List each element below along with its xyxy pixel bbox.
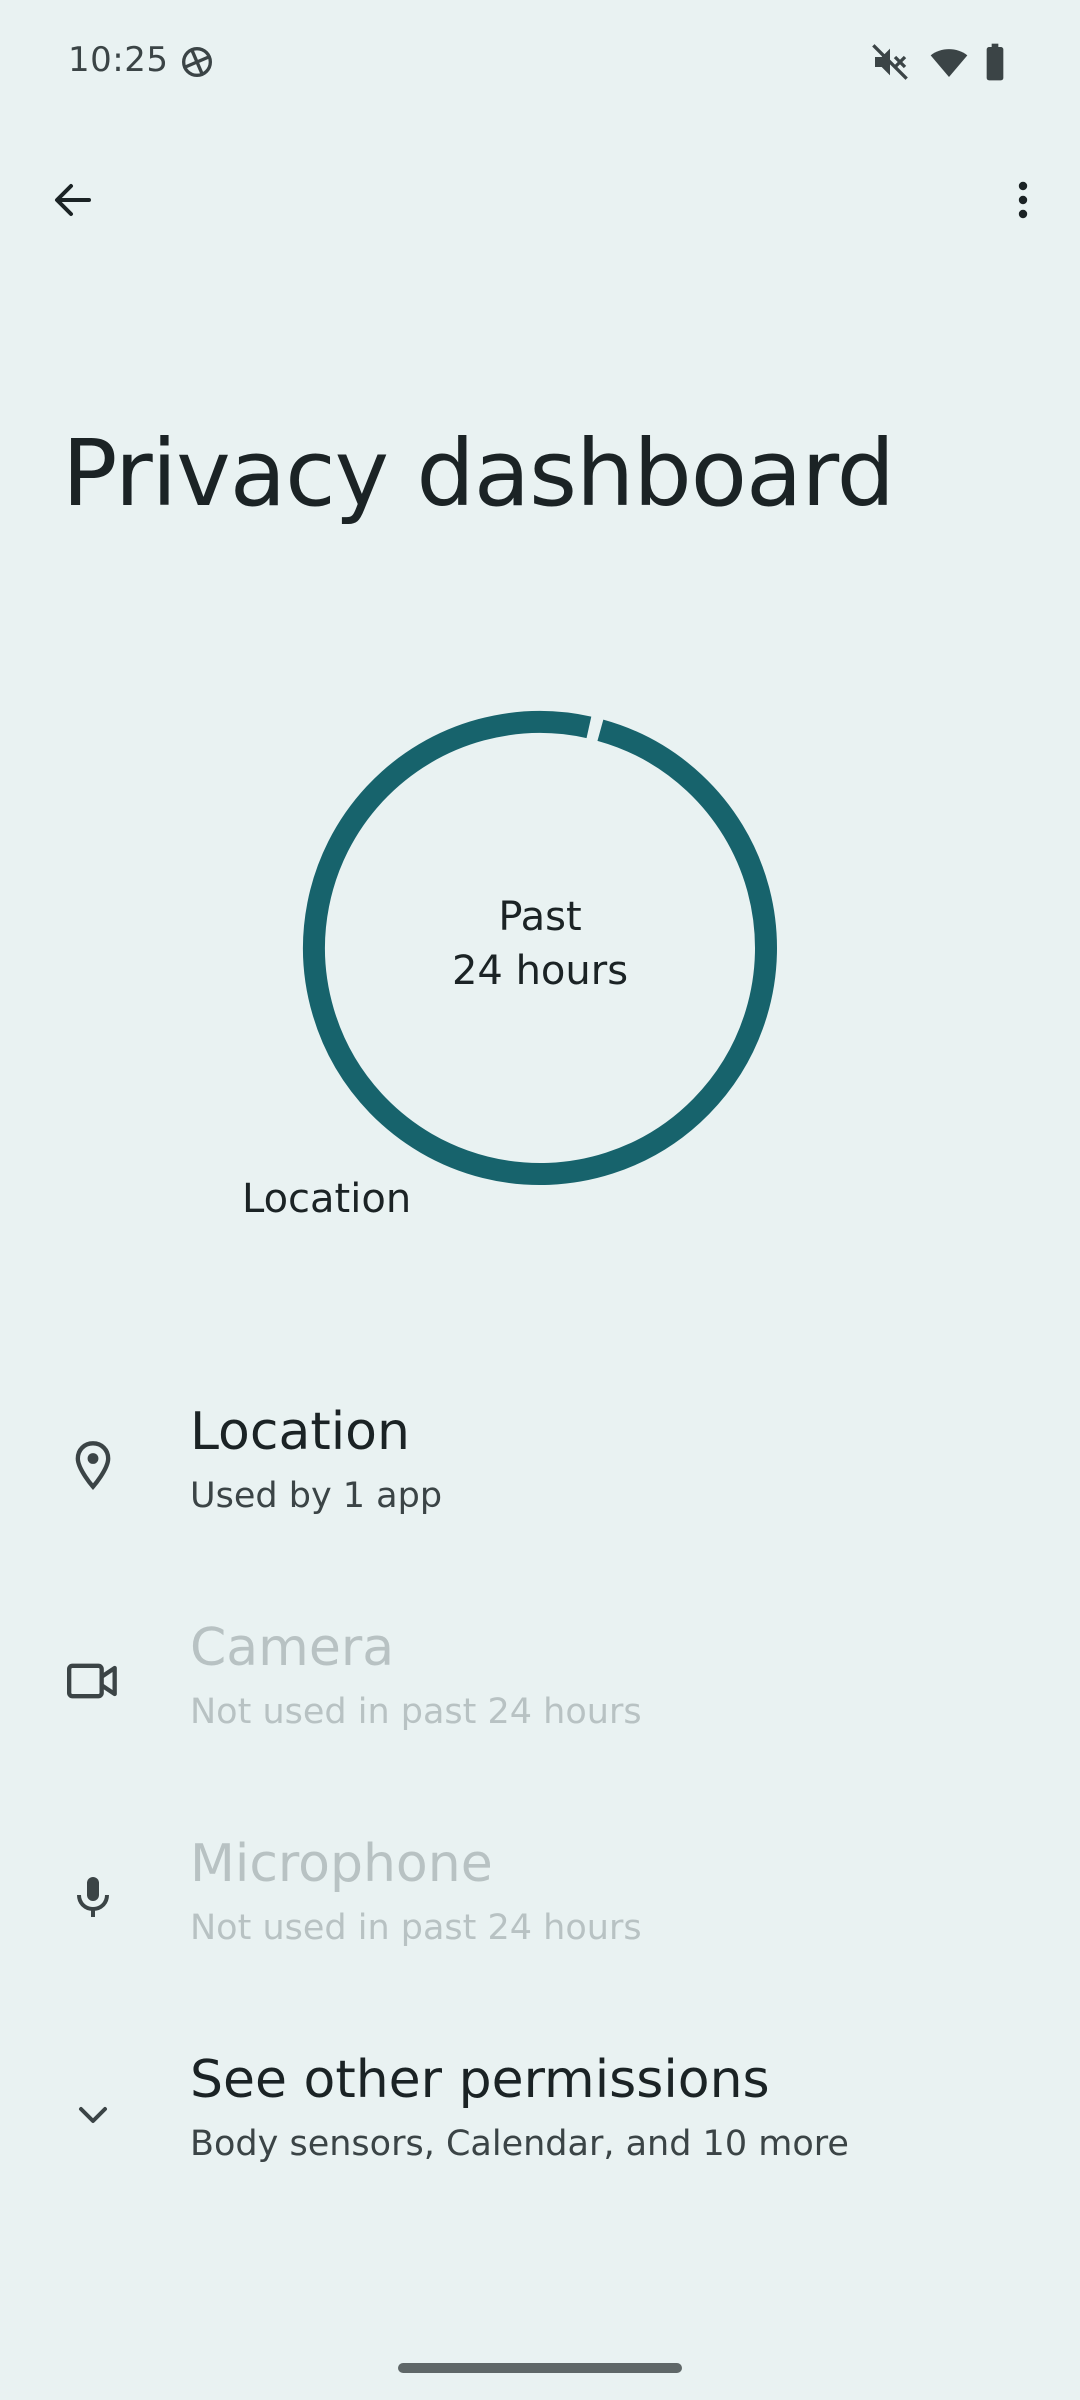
- permission-title: Microphone: [190, 1834, 493, 1894]
- permission-camera[interactable]: Camera Not used in past 24 hours: [0, 1596, 1080, 1796]
- mute-icon: [872, 44, 908, 80]
- permission-title: See other permissions: [190, 2050, 770, 2110]
- chart-center-line2: 24 hours: [451, 948, 629, 994]
- status-time: 10:25: [68, 40, 169, 80]
- permission-title: Camera: [190, 1618, 395, 1678]
- permission-subtitle: Not used in past 24 hours: [190, 1908, 642, 1948]
- more-vert-icon: [1018, 181, 1028, 219]
- usage-chart: Past 24 hours Location: [0, 690, 1080, 1250]
- permission-subtitle: Body sensors, Calendar, and 10 more: [190, 2124, 849, 2164]
- gesture-nav-handle[interactable]: [398, 2363, 682, 2373]
- chart-center-line1: Past: [498, 894, 582, 940]
- back-button[interactable]: [28, 155, 118, 245]
- videocam-icon: [58, 1646, 128, 1716]
- location-pin-icon: [58, 1430, 128, 1500]
- chart-legend-location: Location: [242, 1176, 412, 1222]
- more-options-button[interactable]: [978, 155, 1068, 245]
- permission-subtitle: Not used in past 24 hours: [190, 1692, 642, 1732]
- satellite-icon: [182, 47, 212, 77]
- chevron-down-icon: [58, 2080, 128, 2150]
- permission-location[interactable]: Location Used by 1 app: [0, 1380, 1080, 1580]
- page-title: Privacy dashboard: [62, 420, 895, 527]
- see-other-permissions[interactable]: See other permissions Body sensors, Cale…: [0, 2028, 1080, 2228]
- wifi-icon: [930, 49, 968, 77]
- chart-center-label: Past 24 hours: [390, 890, 690, 998]
- permission-title: Location: [190, 1402, 410, 1462]
- microphone-icon: [58, 1862, 128, 1932]
- arrow-left-icon: [55, 184, 91, 216]
- permission-subtitle: Used by 1 app: [190, 1476, 443, 1516]
- battery-icon: [986, 43, 1004, 81]
- status-bar: 10:25: [0, 0, 1080, 130]
- permission-microphone[interactable]: Microphone Not used in past 24 hours: [0, 1812, 1080, 2012]
